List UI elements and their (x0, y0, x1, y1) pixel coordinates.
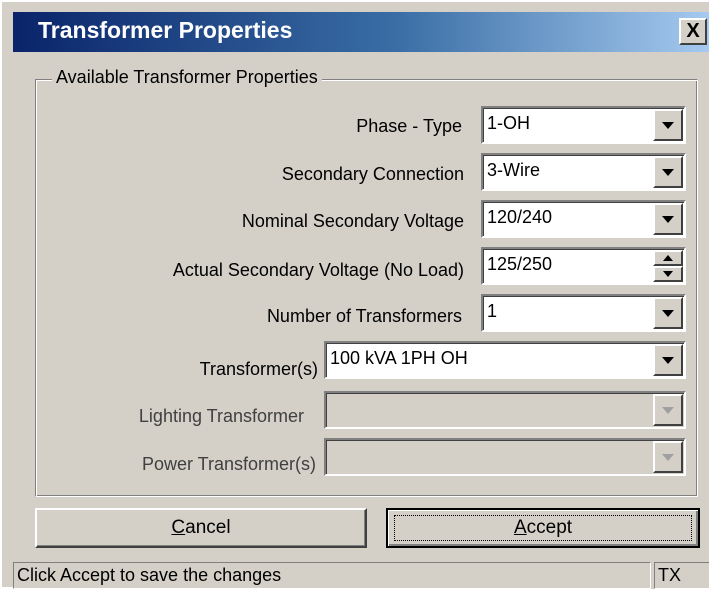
phase-type-dropdown-button[interactable] (653, 109, 683, 141)
accept-button-label: Accept (513, 517, 573, 538)
secondary-connection-label: Secondary Connection (281, 164, 464, 184)
lighting-transformer-dropdown-button[interactable] (653, 394, 683, 426)
actual-voltage-spinner[interactable]: 125/250 (481, 247, 686, 285)
transformers-dropdown-button[interactable] (653, 344, 683, 376)
chevron-down-icon (662, 169, 674, 176)
nominal-voltage-value: 120/240 (487, 207, 553, 227)
transformers-value: 100 kVA 1PH OH (330, 348, 468, 368)
phase-type-combo[interactable]: 1-OH (481, 106, 686, 144)
chevron-down-icon (662, 122, 674, 129)
status-message-pane: Click Accept to save the changes (13, 562, 651, 589)
arrow-up-icon (663, 255, 673, 261)
close-icon: X (686, 20, 700, 42)
num-transformers-value: 1 (487, 301, 498, 321)
actual-voltage-value: 125/250 (487, 254, 553, 274)
phase-type-value: 1-OH (487, 113, 531, 133)
num-transformers-dropdown-button[interactable] (653, 297, 683, 329)
accept-button[interactable]: Accept (386, 508, 700, 548)
spin-down-button[interactable] (653, 266, 683, 282)
spin-up-button[interactable] (653, 250, 683, 266)
nominal-voltage-dropdown-button[interactable] (653, 203, 683, 235)
nominal-voltage-combo[interactable]: 120/240 (481, 200, 686, 238)
transformer-properties-dialog: Transformer Properties X Available Trans… (0, 0, 709, 589)
chevron-down-icon (662, 357, 674, 364)
lighting-transformer-combo[interactable] (324, 391, 686, 429)
close-button[interactable]: X (679, 18, 707, 45)
phase-type-label: Phase - Type (356, 116, 462, 136)
status-message: Click Accept to save the changes (17, 565, 282, 585)
power-transformers-dropdown-button[interactable] (653, 441, 683, 473)
status-code: TX (658, 565, 682, 585)
power-transformers-combo[interactable] (324, 438, 686, 476)
status-bar: Click Accept to save the changes TX (13, 562, 709, 589)
secondary-connection-value: 3-Wire (487, 160, 540, 180)
transformers-label: Transformer(s) (199, 359, 318, 379)
chevron-down-icon (662, 407, 674, 414)
secondary-connection-dropdown-button[interactable] (653, 156, 683, 188)
title-bar[interactable]: Transformer Properties X (13, 12, 709, 52)
chevron-down-icon (662, 454, 674, 461)
power-transformers-label: Power Transformer(s) (141, 454, 316, 474)
arrow-down-icon (663, 271, 673, 277)
num-transformers-label: Number of Transformers (266, 306, 462, 326)
cancel-button-label: Cancel (171, 517, 231, 538)
lighting-transformer-label: Lighting Transformer (138, 406, 304, 426)
cancel-button[interactable]: Cancel (35, 508, 367, 548)
group-label: Available Transformer Properties (52, 67, 322, 88)
secondary-connection-combo[interactable]: 3-Wire (481, 153, 686, 191)
actual-voltage-label: Actual Secondary Voltage (No Load) (172, 260, 464, 280)
nominal-voltage-label: Nominal Secondary Voltage (241, 211, 464, 231)
num-transformers-combo[interactable]: 1 (481, 294, 686, 332)
transformers-combo[interactable]: 100 kVA 1PH OH (324, 341, 686, 379)
chevron-down-icon (662, 216, 674, 223)
status-code-pane: TX (654, 562, 709, 589)
chevron-down-icon (662, 310, 674, 317)
dialog-title: Transformer Properties (38, 17, 293, 43)
